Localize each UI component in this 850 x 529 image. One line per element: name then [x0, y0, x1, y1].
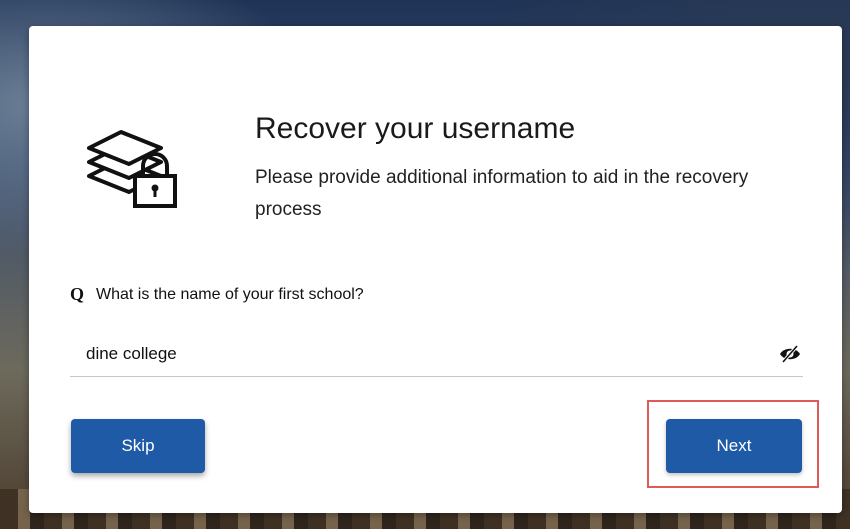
security-question: Q What is the name of your first school? — [70, 284, 364, 305]
eye-slash-icon[interactable] — [779, 344, 801, 364]
answer-field — [70, 332, 803, 377]
stacked-layers-lock-icon — [87, 130, 177, 208]
page-title: Recover your username — [255, 112, 576, 145]
next-button[interactable]: Next — [666, 419, 802, 473]
recovery-card: Recover your username Please provide add… — [29, 26, 842, 513]
question-text: What is the name of your first school? — [96, 285, 364, 303]
answer-input[interactable] — [86, 340, 746, 368]
question-marker: Q — [70, 284, 85, 304]
page-subtitle: Please provide additional information to… — [255, 167, 749, 220]
skip-button[interactable]: Skip — [71, 419, 205, 473]
